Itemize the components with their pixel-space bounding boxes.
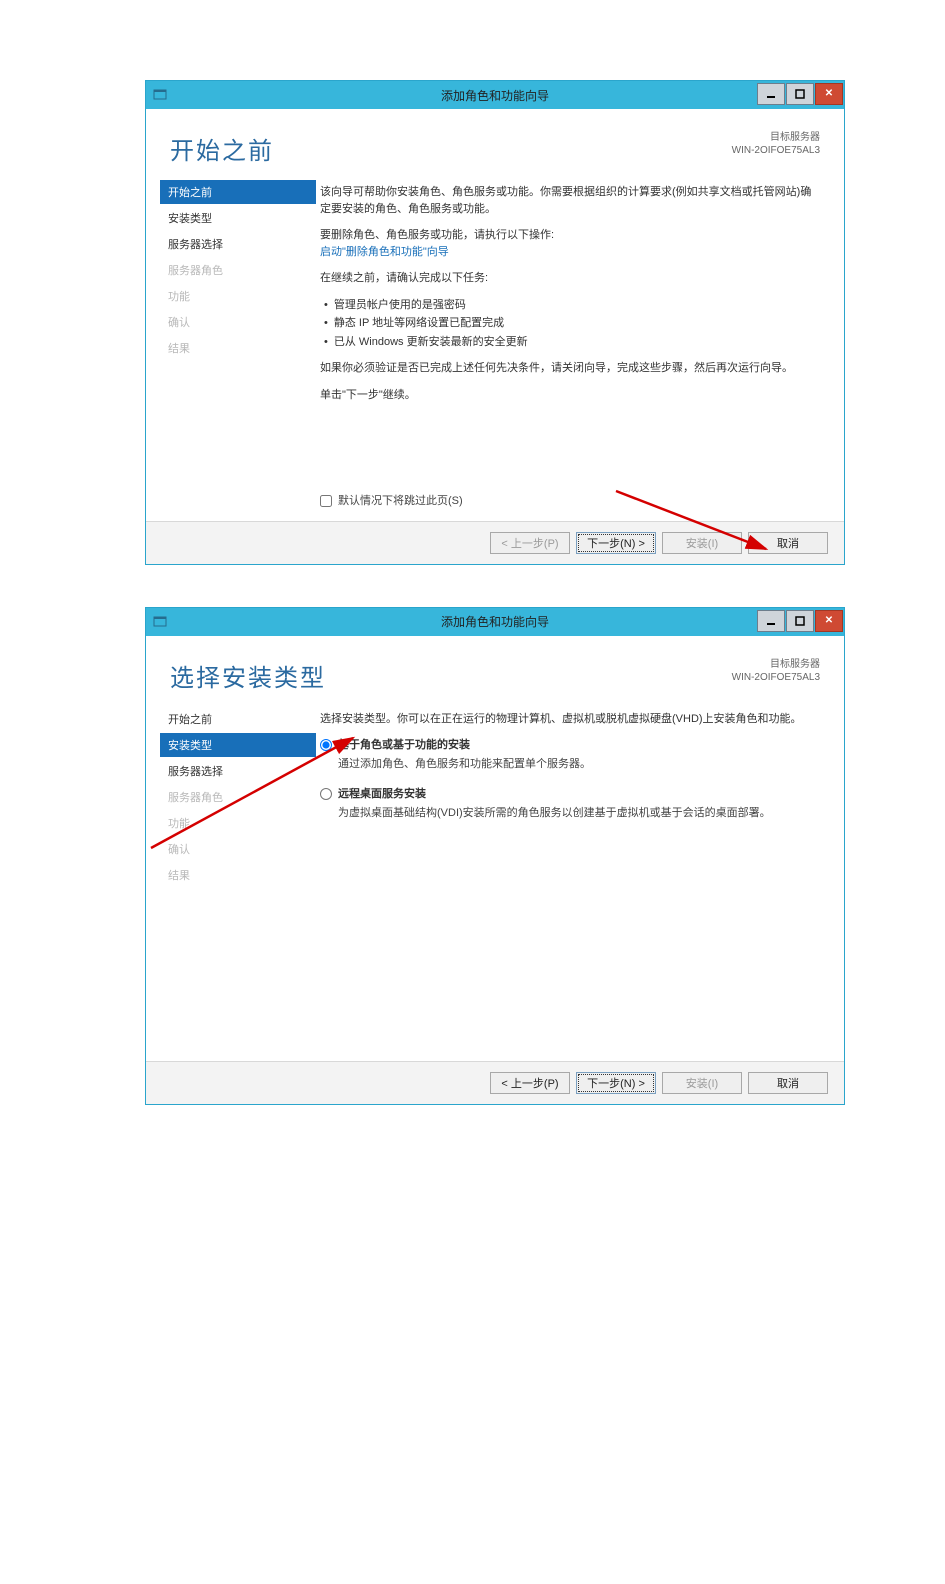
- sidebar-item-results: 结果: [160, 863, 316, 887]
- titlebar-buttons: ✕: [757, 608, 844, 636]
- radio-role-based[interactable]: [320, 739, 332, 751]
- app-icon: [152, 614, 168, 630]
- intro-text: 该向导可帮助你安装角色、角色服务或功能。你需要根据组织的计算要求(例如共享文档或…: [320, 184, 820, 217]
- app-icon: [152, 87, 168, 103]
- main-content: 该向导可帮助你安装角色、角色服务或功能。你需要根据组织的计算要求(例如共享文档或…: [316, 174, 844, 521]
- sidebar-item-features: 功能: [160, 811, 316, 835]
- wizard-footer: < 上一步(P) 下一步(N) > 安装(I) 取消: [146, 521, 844, 564]
- remove-text: 要删除角色、角色服务或功能，请执行以下操作: 启动"删除角色和功能"向导: [320, 227, 820, 260]
- wizard-installation-type: 添加角色和功能向导 ✕ 选择安装类型 目标服务器 WIN-2OIFOE75AL3…: [145, 607, 845, 1105]
- sidebar-item-install-type[interactable]: 安装类型: [160, 206, 316, 230]
- titlebar-buttons: ✕: [757, 81, 844, 109]
- titlebar[interactable]: 添加角色和功能向导 ✕: [146, 608, 844, 636]
- radio-rds-desc: 为虚拟桌面基础结构(VDI)安装所需的角色服务以创建基于虚拟机或基于会话的桌面部…: [338, 805, 820, 822]
- next-button[interactable]: 下一步(N) >: [576, 1072, 656, 1094]
- wizard-sidebar: 开始之前 安装类型 服务器选择 服务器角色 功能 确认 结果: [146, 701, 316, 1061]
- sidebar-item-before[interactable]: 开始之前: [160, 707, 316, 731]
- minimize-button[interactable]: [757, 83, 785, 105]
- wizard-before-you-begin: 添加角色和功能向导 ✕ 开始之前 目标服务器 WIN-2OIFOE75AL3 开…: [145, 80, 845, 565]
- sidebar-item-results: 结果: [160, 336, 316, 360]
- radio-role-based-desc: 通过添加角色、角色服务和功能来配置单个服务器。: [338, 756, 820, 773]
- target-server-label: 目标服务器: [732, 131, 820, 144]
- prev-button: < 上一步(P): [490, 532, 570, 554]
- intro-text: 选择安装类型。你可以在正在运行的物理计算机、虚拟机或脱机虚拟硬盘(VHD)上安装…: [320, 711, 820, 728]
- install-type-option-role[interactable]: 基于角色或基于功能的安装 通过添加角色、角色服务和功能来配置单个服务器。: [320, 737, 820, 772]
- target-server-value: WIN-2OIFOE75AL3: [732, 144, 820, 157]
- window-title: 添加角色和功能向导: [146, 613, 844, 630]
- close-button[interactable]: ✕: [815, 83, 843, 105]
- page-heading: 选择安装类型: [170, 658, 732, 693]
- target-server-box: 目标服务器 WIN-2OIFOE75AL3: [732, 658, 820, 684]
- window-title: 添加角色和功能向导: [146, 87, 844, 104]
- cancel-button[interactable]: 取消: [748, 1072, 828, 1094]
- sidebar-item-before[interactable]: 开始之前: [160, 180, 316, 204]
- verify-text: 如果你必须验证是否已完成上述任何先决条件，请关闭向导，完成这些步骤，然后再次运行…: [320, 360, 820, 377]
- install-type-option-rds[interactable]: 远程桌面服务安装 为虚拟桌面基础结构(VDI)安装所需的角色服务以创建基于虚拟机…: [320, 786, 820, 821]
- target-server-label: 目标服务器: [732, 658, 820, 671]
- maximize-button[interactable]: [786, 610, 814, 632]
- sidebar-item-install-type[interactable]: 安装类型: [160, 733, 316, 757]
- radio-rds-title: 远程桌面服务安装: [338, 786, 426, 803]
- skip-row: 默认情况下将跳过此页(S): [320, 413, 820, 513]
- prereq-item: 已从 Windows 更新安装最新的安全更新: [324, 334, 820, 351]
- page-heading: 开始之前: [170, 131, 732, 166]
- sidebar-item-server-selection[interactable]: 服务器选择: [160, 232, 316, 256]
- maximize-button[interactable]: [786, 83, 814, 105]
- install-button: 安装(I): [662, 1072, 742, 1094]
- close-button[interactable]: ✕: [815, 610, 843, 632]
- prev-button[interactable]: < 上一步(P): [490, 1072, 570, 1094]
- skip-checkbox-label[interactable]: 默认情况下将跳过此页(S): [320, 493, 463, 510]
- titlebar[interactable]: 添加角色和功能向导 ✕: [146, 81, 844, 109]
- target-server-value: WIN-2OIFOE75AL3: [732, 671, 820, 684]
- prereq-label: 在继续之前，请确认完成以下任务:: [320, 270, 820, 287]
- sidebar-item-features: 功能: [160, 284, 316, 308]
- minimize-button[interactable]: [757, 610, 785, 632]
- main-content: 选择安装类型。你可以在正在运行的物理计算机、虚拟机或脱机虚拟硬盘(VHD)上安装…: [316, 701, 844, 1061]
- target-server-box: 目标服务器 WIN-2OIFOE75AL3: [732, 131, 820, 157]
- sidebar-item-confirm: 确认: [160, 310, 316, 334]
- install-button: 安装(I): [662, 532, 742, 554]
- wizard-sidebar: 开始之前 安装类型 服务器选择 服务器角色 功能 确认 结果: [146, 174, 316, 521]
- sidebar-item-server-selection[interactable]: 服务器选择: [160, 759, 316, 783]
- skip-checkbox[interactable]: [320, 495, 332, 507]
- next-button[interactable]: 下一步(N) >: [576, 532, 656, 554]
- prereq-list: 管理员帐户使用的是强密码 静态 IP 地址等网络设置已配置完成 已从 Windo…: [320, 297, 820, 351]
- prereq-item: 管理员帐户使用的是强密码: [324, 297, 820, 314]
- sidebar-item-server-roles: 服务器角色: [160, 785, 316, 809]
- remove-wizard-link[interactable]: 启动"删除角色和功能"向导: [320, 246, 449, 258]
- continue-text: 单击"下一步"继续。: [320, 387, 820, 404]
- cancel-button[interactable]: 取消: [748, 532, 828, 554]
- wizard-footer: < 上一步(P) 下一步(N) > 安装(I) 取消: [146, 1061, 844, 1104]
- radio-rds[interactable]: [320, 788, 332, 800]
- prereq-item: 静态 IP 地址等网络设置已配置完成: [324, 315, 820, 332]
- sidebar-item-server-roles: 服务器角色: [160, 258, 316, 282]
- sidebar-item-confirm: 确认: [160, 837, 316, 861]
- radio-role-based-title: 基于角色或基于功能的安装: [338, 737, 470, 754]
